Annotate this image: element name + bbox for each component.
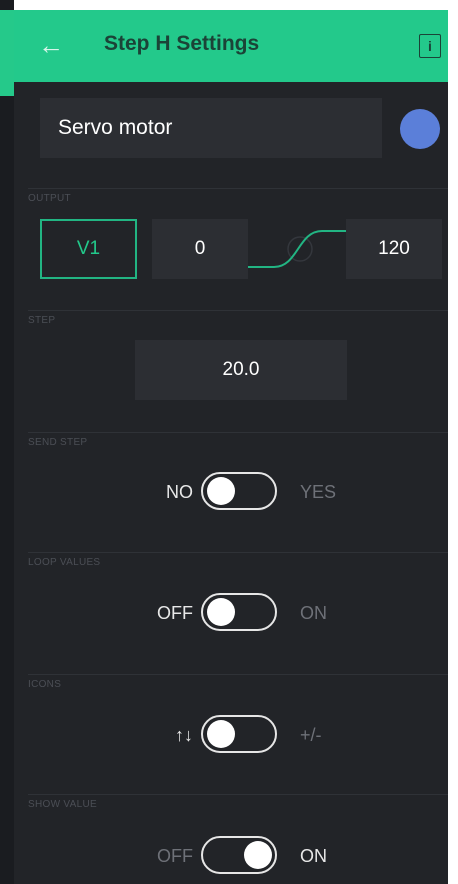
app-frame: ← Step H Settings i Servo motor OUTPUT V… [0,0,458,884]
toggle-knob [244,841,272,869]
info-icon[interactable]: i [419,34,441,58]
widget-name-field[interactable]: Servo motor [40,98,382,158]
left-edge-accent [0,10,14,96]
loop-values-toggle[interactable] [201,593,277,631]
send-step-no-label: NO [166,482,193,502]
loop-values-label: LOOP VALUES [28,557,101,568]
step-field[interactable]: 20.0 [135,340,347,400]
icons-label: ICONS [28,679,62,690]
icons-arrows-label: ↑↓ [175,725,193,745]
toggle-knob [207,477,235,505]
icons-toggle[interactable] [201,715,277,753]
widget-color-picker[interactable] [400,109,440,149]
show-value-label: SHOW VALUE [28,799,97,810]
right-edge [448,0,458,884]
show-value-row: OFF ON [14,834,448,878]
mapping-curve-icon [248,230,346,268]
show-value-on-label: ON [300,846,327,866]
loop-values-row: OFF ON [14,591,448,635]
left-edge-strip [0,0,14,884]
loop-values-on-label: ON [300,603,327,623]
send-step-label: SEND STEP [28,437,88,448]
page-title: Step H Settings [104,32,260,55]
output-min-field[interactable]: 0 [152,219,248,279]
divider [28,188,448,189]
show-value-toggle[interactable] [201,836,277,874]
output-max-field[interactable]: 120 [346,219,442,279]
send-step-row: NO YES [14,470,448,514]
divider [28,794,448,795]
divider [28,552,448,553]
settings-content: Servo motor OUTPUT V1 0 120 STEP 20.0 SE… [14,82,448,884]
step-label: STEP [28,315,56,326]
divider [28,310,448,311]
icons-plus-minus-label: +/- [300,725,322,745]
top-edge [14,0,448,10]
divider [28,432,448,433]
header-bar: ← Step H Settings i [14,10,448,82]
send-step-toggle[interactable] [201,472,277,510]
icons-row: ↑↓ +/- [14,713,448,757]
loop-values-off-label: OFF [157,603,193,623]
arrow-left-icon[interactable]: ← [38,30,64,60]
show-value-off-label: OFF [157,846,193,866]
pin-selector[interactable]: V1 [40,219,137,279]
divider [28,674,448,675]
output-label: OUTPUT [28,193,71,204]
send-step-yes-label: YES [300,482,337,502]
toggle-knob [207,598,235,626]
toggle-knob [207,720,235,748]
